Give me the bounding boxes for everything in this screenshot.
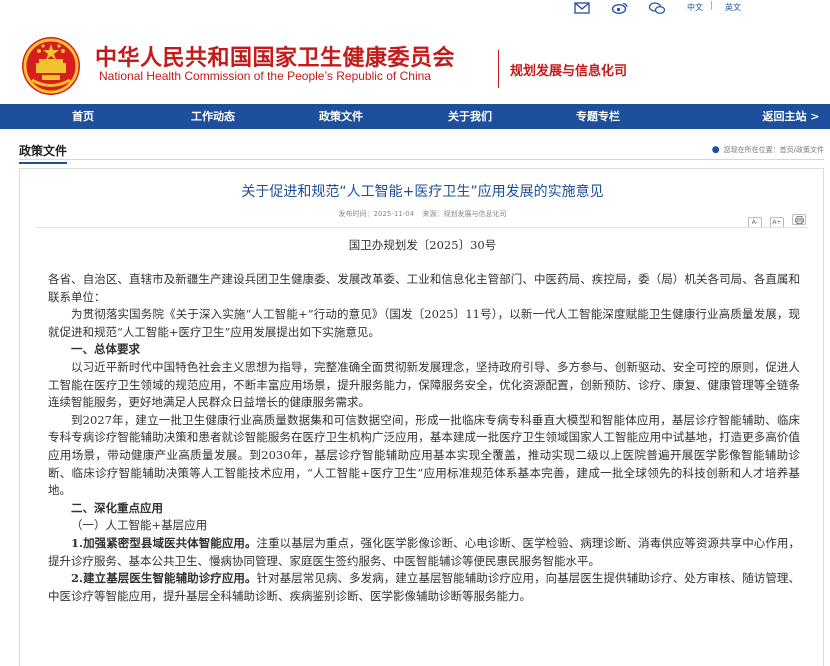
back-to-main-site-link[interactable]: 返回主站 > (752, 104, 830, 129)
header-divider (498, 50, 499, 88)
publish-time: 发布时间：2025-11-04 (338, 210, 415, 218)
breadcrumb: ● 您现在所在位置：首页/政策文件 (712, 145, 824, 155)
item-2-title: 2.建立基层医生智能辅助诊疗应用。 (71, 571, 257, 586)
site-header: 中华人民共和国国家卫生健康委员会 National Health Commiss… (0, 18, 830, 104)
nav-item-work-news[interactable]: 工作动态 (178, 104, 248, 129)
top-utility-bar: 中文 | 英文 (0, 0, 830, 18)
paragraph-item-2: 2.建立基层医生智能辅助诊疗应用。针对基层常见病、多发病，建立基层智能辅助诊疗应… (48, 570, 800, 605)
nav-item-special-topics[interactable]: 专题专栏 (563, 104, 633, 129)
wechat-icon[interactable] (648, 2, 666, 14)
mail-icon[interactable] (574, 2, 590, 14)
document-number: 国卫办规划发〔2025〕30号 (348, 238, 497, 252)
weibo-icon[interactable] (611, 2, 629, 14)
nav-item-home[interactable]: 首页 (55, 104, 111, 129)
nav-item-policy-documents[interactable]: 政策文件 (306, 104, 376, 129)
lang-chinese-link[interactable]: 中文 (687, 2, 703, 13)
national-emblem-icon[interactable] (20, 35, 82, 97)
lang-separator: | (710, 1, 714, 11)
breadcrumb-path[interactable]: 首页/政策文件 (780, 146, 824, 154)
paragraph-guiding-principles: 以习近平新时代中国特色社会主义思想为指导，完整准确全面贯彻新发展理念，坚持政府引… (48, 359, 800, 410)
paragraph-item-1: 1.加强紧密型县域医共体智能应用。注重以基层为重点，强化医学影像诊断、心电诊断、… (48, 535, 800, 570)
intro-paragraph: 为贯彻落实国务院《关于深入实施“人工智能+”行动的意见》（国发〔2025〕11号… (48, 307, 800, 339)
paragraph-goals: 到2027年，建立一批卫生健康行业高质量数据集和可信数据空间，形成一批临床专病专… (48, 412, 800, 498)
article-meta: 发布时间：2025-11-04 来源：规划发展与信息化司 (20, 209, 825, 219)
section-heading-key-applications: 二、深化重点应用 (71, 500, 163, 515)
addressee-paragraph: 各省、自治区、直辖市及新疆生产建设兵团卫生健康委、发展改革委、工业和信息化主管部… (48, 272, 800, 304)
print-icon[interactable] (792, 214, 806, 225)
subsection-heading-primary-care: （一）人工智能+基层应用 (71, 518, 208, 533)
location-pin-icon: ● (711, 145, 720, 155)
breadcrumb-label: 您现在所在位置： (723, 146, 780, 154)
article-body: 各省、自治区、直辖市及新疆生产建设兵团卫生健康委、发展改革委、工业和信息化主管部… (48, 271, 800, 605)
article-tools: A- A+ (745, 209, 806, 228)
section-heading-general: 一、总体要求 (71, 342, 140, 357)
nav-item-about-us[interactable]: 关于我们 (435, 104, 505, 129)
department-name: 规划发展与信息化司 (510, 64, 628, 79)
site-title-english: National Health Commission of the People… (99, 69, 431, 83)
lang-english-link[interactable]: 英文 (725, 2, 741, 13)
item-1-title: 1.加强紧密型县域医共体智能应用。 (71, 535, 257, 550)
breadcrumb-row: 政策文件 ● 您现在所在位置：首页/政策文件 (19, 140, 824, 164)
article-panel: 关于促进和规范“人工智能+医疗卫生”应用发展的实施意见 发布时间：2025-11… (19, 168, 824, 666)
divider (36, 227, 808, 228)
site-title-chinese[interactable]: 中华人民共和国国家卫生健康委员会 (95, 40, 455, 72)
main-nav: 首页 工作动态 政策文件 关于我们 专题专栏 返回主站 > (0, 104, 830, 129)
article-source: 来源：规划发展与信息化司 (422, 210, 507, 218)
section-title: 政策文件 (19, 142, 68, 164)
article-title: 关于促进和规范“人工智能+医疗卫生”应用发展的实施意见 (241, 184, 604, 200)
